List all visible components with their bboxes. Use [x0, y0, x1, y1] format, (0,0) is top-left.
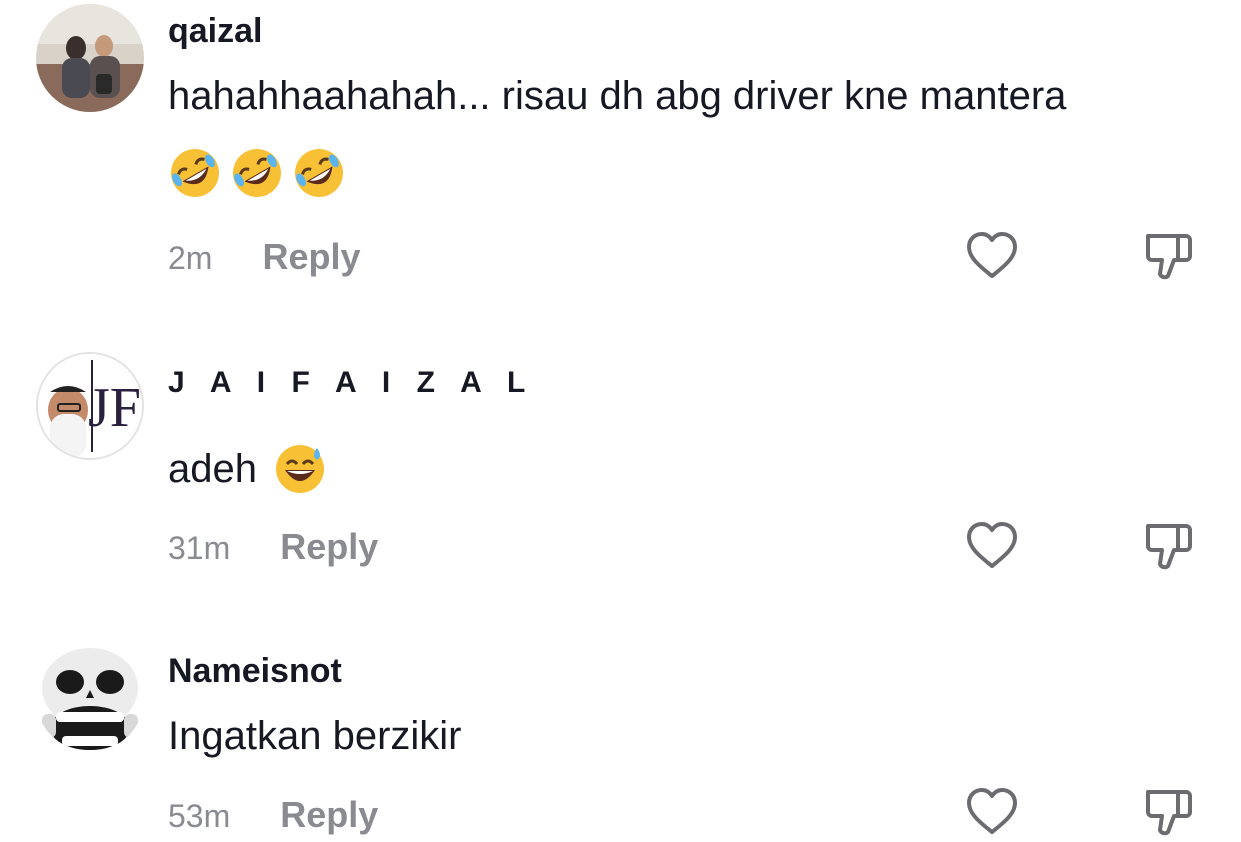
skull-avatar [36, 644, 144, 752]
rolling-on-floor-laughing-emoji [295, 149, 343, 197]
svg-text:JF: JF [88, 377, 141, 439]
comment-meta: 2m Reply [168, 236, 361, 278]
heart-icon[interactable] [964, 518, 1020, 574]
comment-text: Ingatkan berzikir [168, 714, 462, 758]
reply-button[interactable]: Reply [280, 794, 378, 836]
avatar-logo: JF [38, 354, 142, 458]
comment-meta: 31m Reply [168, 526, 378, 568]
thumbs-down-icon[interactable] [1140, 228, 1196, 284]
comment-text: adeh [168, 442, 327, 496]
comment-item: Nameisnot Ingatkan berzikir 53m Reply [0, 600, 1241, 842]
comment-username[interactable]: Nameisnot [168, 652, 342, 691]
comment-item: JF J A I F A I Z A L adeh 31m Reply [0, 300, 1241, 600]
emoji-row [168, 146, 346, 200]
thumbs-down-icon[interactable] [1140, 784, 1196, 840]
comment-item: qaizal hahahhaahahah... risau dh abg dri… [0, 0, 1241, 300]
comment-username[interactable]: qaizal [168, 12, 262, 51]
comment-timestamp: 2m [168, 240, 213, 276]
comment-timestamp: 31m [168, 530, 231, 566]
thumbs-down-icon[interactable] [1140, 518, 1196, 574]
avatar[interactable] [36, 4, 144, 112]
comment-username[interactable]: J A I F A I Z A L [168, 366, 534, 400]
comment-text-content: adeh [168, 446, 257, 491]
comment-timestamp: 53m [168, 798, 231, 834]
rolling-on-floor-laughing-emoji [233, 149, 281, 197]
avatar[interactable]: JF [36, 352, 144, 460]
comment-meta: 53m Reply [168, 794, 378, 836]
reply-button[interactable]: Reply [280, 526, 378, 568]
rolling-on-floor-laughing-emoji [171, 149, 219, 197]
avatar[interactable] [36, 644, 144, 752]
avatar-photo [36, 4, 144, 112]
grinning-face-with-sweat-emoji [275, 445, 324, 493]
heart-icon[interactable] [964, 784, 1020, 840]
reply-button[interactable]: Reply [262, 236, 360, 278]
comment-text: hahahhaahahah... risau dh abg driver kne… [168, 74, 1067, 118]
heart-icon[interactable] [964, 228, 1020, 284]
